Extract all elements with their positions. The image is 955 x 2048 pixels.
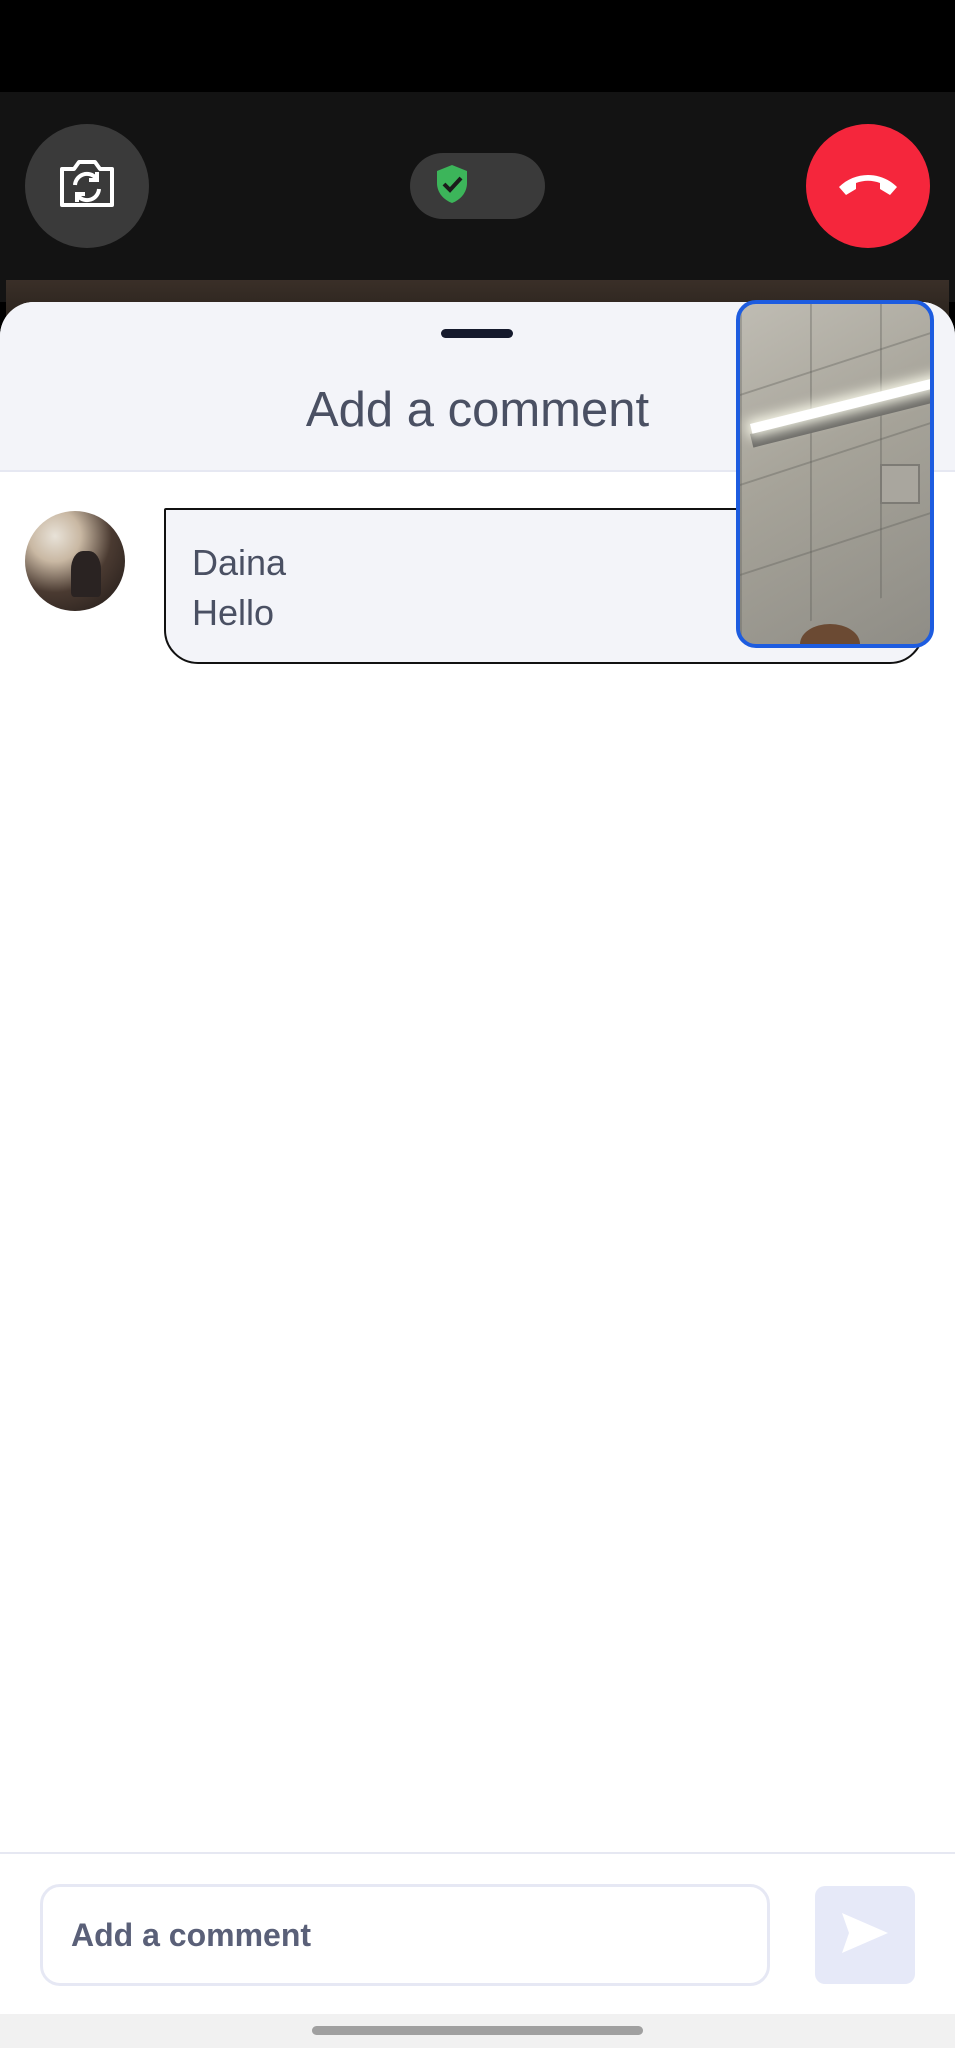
drag-handle[interactable]: [441, 329, 513, 338]
end-call-button[interactable]: [806, 124, 930, 248]
home-area: [0, 2014, 955, 2048]
camera-flip-icon: [56, 157, 118, 216]
self-head: [800, 624, 860, 644]
status-bar: [0, 0, 955, 92]
secure-call-indicator: [410, 153, 545, 219]
avatar: [25, 511, 125, 611]
home-indicator[interactable]: [312, 2026, 643, 2035]
send-icon: [840, 1911, 890, 1960]
shield-check-icon: [434, 163, 470, 210]
flip-camera-button[interactable]: [25, 124, 149, 248]
send-button[interactable]: [815, 1886, 915, 1984]
ceiling-vent: [880, 464, 920, 504]
phone-hangup-icon: [835, 169, 901, 204]
self-video-pip[interactable]: [736, 300, 934, 648]
comment-input[interactable]: [40, 1884, 770, 1986]
comment-composer: [0, 1852, 955, 2014]
